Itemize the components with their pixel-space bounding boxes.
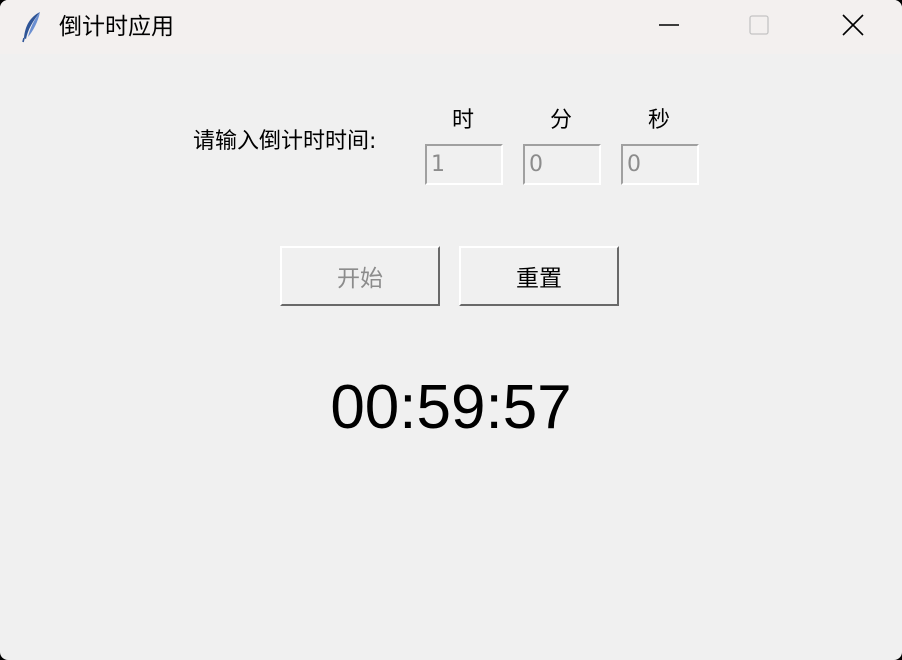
title-bar[interactable]: 倒计时应用 (0, 0, 902, 54)
reset-button[interactable]: 重置 (459, 246, 619, 306)
seconds-input[interactable] (621, 144, 699, 185)
maximize-icon (748, 14, 770, 40)
window-title: 倒计时应用 (59, 14, 174, 40)
app-window: 倒计时应用 请输入倒计时时间: 时 分 秒 1 0 0 开始 重置 00:59:… (0, 0, 902, 660)
start-button[interactable]: 开始 (280, 246, 440, 306)
close-icon (841, 13, 865, 41)
hours-input[interactable] (425, 144, 503, 185)
countdown-display: 00:59:57 (330, 373, 572, 442)
feather-icon (20, 11, 44, 43)
maximize-button (714, 0, 804, 54)
seconds-unit-label: 秒 (648, 108, 671, 133)
minutes-input[interactable] (523, 144, 601, 185)
duration-prompt-label: 请输入倒计时时间: (193, 129, 377, 154)
minimize-icon (658, 14, 680, 40)
hours-unit-label: 时 (452, 108, 475, 133)
close-button[interactable] (808, 0, 898, 54)
minutes-unit-label: 分 (550, 108, 573, 133)
minimize-button[interactable] (624, 0, 714, 54)
